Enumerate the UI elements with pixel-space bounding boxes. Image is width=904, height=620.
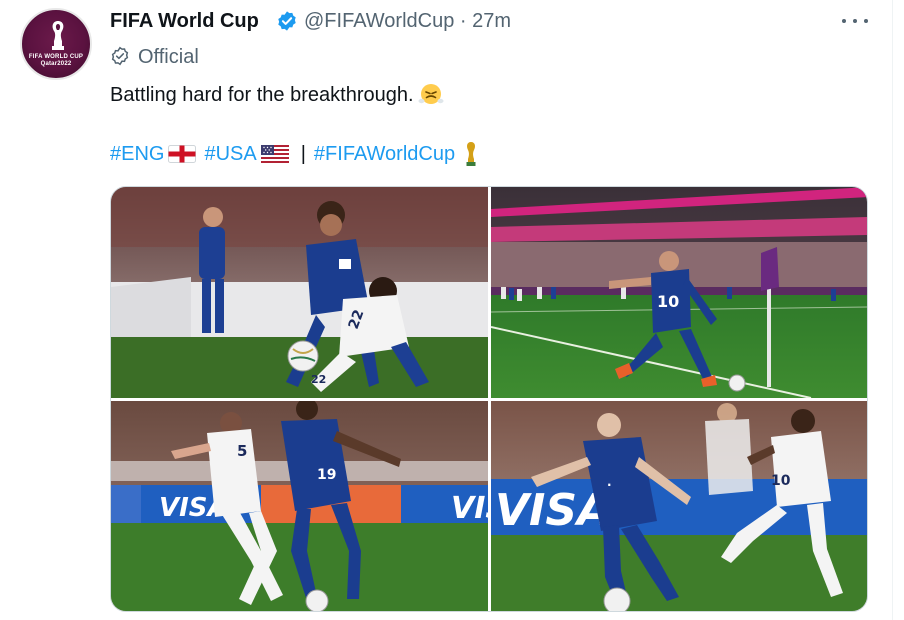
trophy-logo-icon: [52, 21, 64, 50]
england-flag-icon: [168, 145, 197, 163]
match-photo-2[interactable]: 10: [491, 187, 867, 398]
jersey-number-10: 10: [657, 292, 679, 311]
media-grid: 22 22 10 VISA VI 5 19 VISA · 10: [110, 186, 868, 612]
tweet-body: Battling hard for the breakthrough.: [110, 84, 414, 106]
author-handle[interactable]: @FIFAWorldCup: [304, 10, 454, 32]
hashtag-fifaworldcup[interactable]: #FIFAWorldCup: [314, 140, 455, 168]
jersey-number-5: 5: [237, 442, 247, 460]
jersey-number-19: 19: [317, 467, 336, 483]
match-photo-4[interactable]: VISA · 10: [491, 401, 867, 611]
hashtag-line: #ENG #USA | #FIFAWorldCup: [110, 140, 479, 168]
avatar-brand-text: FIFA WORLD CUP Qatar2022: [22, 54, 90, 68]
usa-flag-icon: [260, 145, 289, 163]
hashtag-eng[interactable]: #ENG: [110, 140, 164, 168]
jersey-number-22-shorts: 22: [311, 373, 326, 386]
verified-badge-icon[interactable]: [276, 10, 298, 32]
visa-board-2: VISA: [451, 491, 488, 526]
time-separator: ·: [459, 10, 467, 32]
official-label: Official: [138, 46, 199, 68]
more-options-icon[interactable]: [842, 12, 868, 30]
hashtag-usa[interactable]: #USA: [204, 140, 256, 168]
tweet-text: Battling hard for the breakthrough.: [110, 80, 444, 109]
svg-text:·: ·: [607, 478, 612, 492]
tweet-timestamp[interactable]: 27m: [472, 10, 511, 32]
column-divider: [892, 0, 893, 620]
match-photo-1[interactable]: 22 22: [111, 187, 488, 398]
jersey-number-10-eng: 10: [771, 473, 791, 489]
hashtag-separator: |: [300, 143, 306, 165]
avatar-brand-line2: Qatar2022: [40, 61, 72, 67]
avatar[interactable]: FIFA WORLD CUP Qatar2022: [20, 8, 92, 80]
match-photo-3[interactable]: VISA VISA 5 19: [111, 401, 488, 611]
author-handle-time[interactable]: @FIFAWorldCup · 27m: [304, 8, 511, 34]
official-badge-icon: [111, 46, 129, 66]
author-name[interactable]: FIFA World Cup: [110, 8, 259, 34]
avatar-brand-line1: FIFA WORLD CUP: [28, 54, 84, 60]
world-cup-trophy-icon: [466, 142, 476, 166]
face-with-steam-from-nose-icon: [418, 84, 444, 104]
